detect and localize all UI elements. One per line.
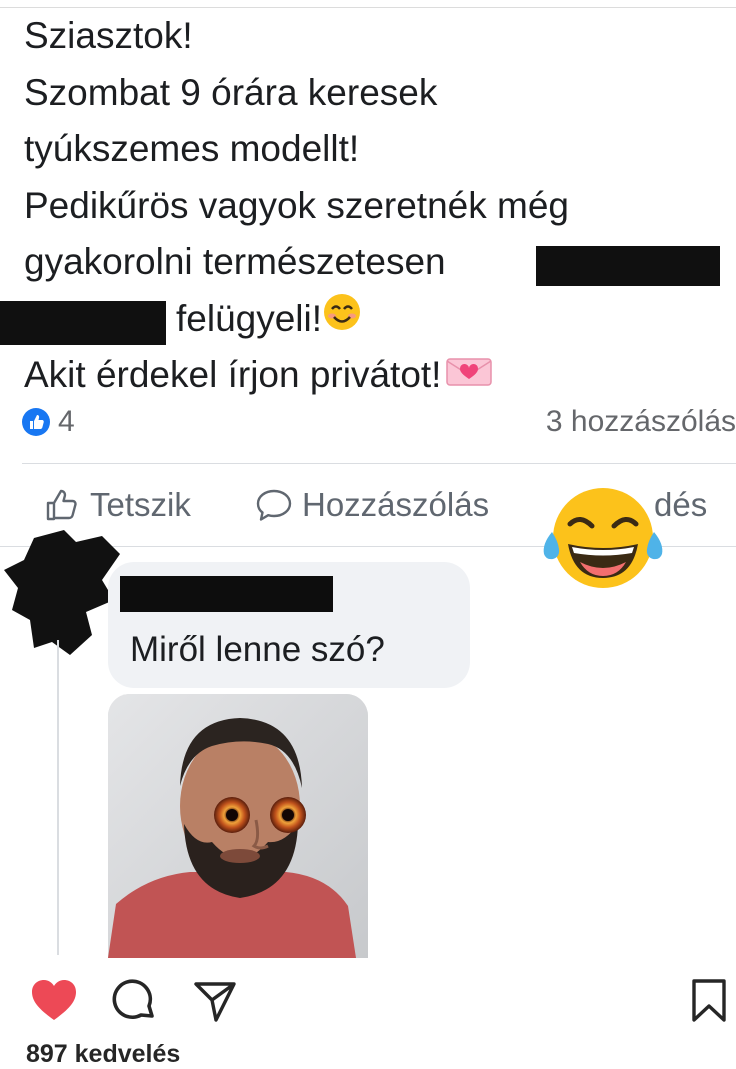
post-line: Sziasztok! (24, 8, 736, 65)
post-line-text: Pedikűrös vagyok szeretnék még (24, 184, 569, 226)
commenter-name-redaction (120, 576, 333, 612)
post-line-text: tyúkszemes modellt! (24, 128, 360, 169)
love-letter-emoji-icon (445, 349, 493, 406)
post-line-text: felügyeli! (176, 297, 323, 339)
send-icon[interactable] (192, 978, 238, 1029)
comment-button[interactable]: Hozzászólás (254, 486, 489, 524)
comment-text: Miről lenne szó? (130, 630, 385, 669)
like-icon (22, 408, 50, 436)
reactions-summary: 4 3 hozzászólás (22, 400, 736, 446)
instagram-action-bar (0, 970, 736, 1030)
post-line: gyakorolni természetesen (24, 234, 736, 291)
post-line: Szombat 9 órára keresek (24, 65, 736, 122)
post-text: Sziasztok! Szombat 9 órára keresek tyúks… (0, 8, 736, 404)
post-line: felügyeli! (0, 291, 736, 349)
redaction-bar (536, 246, 720, 286)
post-line-text: Sziasztok! (24, 15, 193, 56)
post-line-text: Akit érdekel írjon privátot! (24, 354, 442, 395)
heart-icon[interactable] (30, 978, 78, 1027)
post-line-text: gyakorolni természetesen (24, 241, 446, 282)
comment-photo[interactable] (108, 694, 368, 958)
divider (22, 463, 736, 464)
like-button[interactable]: Tetszik (44, 486, 191, 524)
likes-count[interactable]: 897 kedvelés (26, 1040, 180, 1069)
comment-count-link[interactable]: 3 hozzászólás (546, 405, 736, 439)
comment-icon[interactable] (112, 978, 158, 1029)
smile-emoji-icon (322, 292, 362, 349)
post-line: Akit érdekel írjon privátot! (24, 347, 736, 404)
post-line: Pedikűrös vagyok szeretnék még (24, 178, 736, 235)
thumbs-up-icon (44, 486, 82, 524)
redaction-bar (0, 300, 166, 345)
laughing-tears-emoji (540, 478, 666, 592)
post-line-text: Szombat 9 órára keresek (24, 71, 438, 113)
like-count[interactable]: 4 (58, 405, 75, 439)
post-line: tyúkszemes modellt! (24, 121, 736, 178)
like-label: Tetszik (90, 486, 191, 523)
bookmark-icon[interactable] (690, 978, 728, 1029)
thread-line (57, 640, 59, 955)
speech-bubble-icon (254, 486, 294, 524)
avatar[interactable] (4, 530, 122, 655)
comment-bubble: Miről lenne szó? (108, 562, 470, 688)
post-line-wrap: felügyeli! (176, 291, 362, 349)
comment-label: Hozzászólás (302, 486, 490, 523)
